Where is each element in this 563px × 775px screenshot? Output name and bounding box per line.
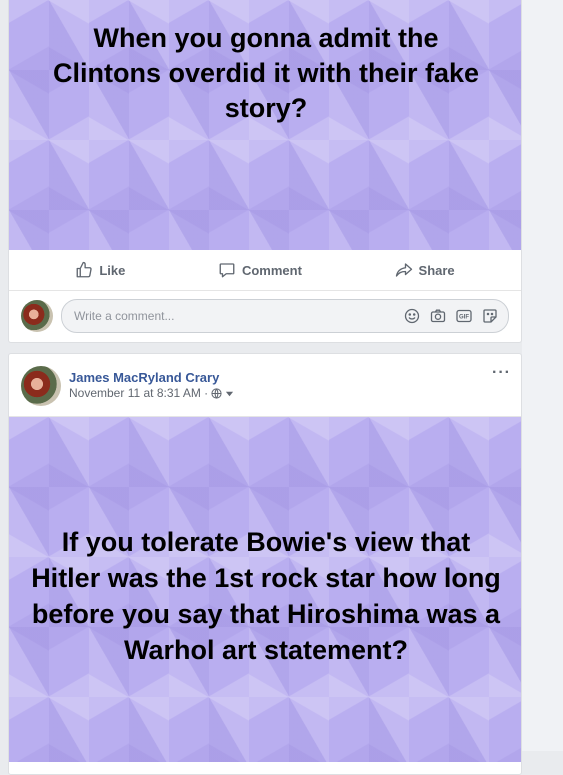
share-arrow-icon <box>395 263 412 277</box>
post-header: James MacRyland Crary November 11 at 8:3… <box>9 354 521 417</box>
comment-composer: GIF <box>9 291 521 341</box>
svg-text:GIF: GIF <box>459 315 469 321</box>
more-options-button[interactable]: ··· <box>492 364 511 382</box>
camera-icon[interactable] <box>430 308 446 324</box>
post-text: If you tolerate Bowie's view that Hitler… <box>31 526 501 665</box>
share-label: Share <box>418 262 455 278</box>
privacy-dropdown-icon[interactable] <box>225 389 234 398</box>
post-card-1: When you gonna admit the Clintons overdi… <box>8 0 522 343</box>
current-user-avatar[interactable] <box>21 300 53 332</box>
post-background-text: When you gonna admit the Clintons overdi… <box>9 0 521 250</box>
author-name[interactable]: James MacRyland Crary <box>69 369 234 386</box>
comment-button[interactable]: Comment <box>218 261 302 279</box>
page-right-background <box>522 0 563 751</box>
share-button[interactable]: Share <box>395 261 455 279</box>
news-feed: When you gonna admit the Clintons overdi… <box>8 0 522 775</box>
author-avatar[interactable] <box>21 366 61 406</box>
post-card-2: James MacRyland Crary November 11 at 8:3… <box>8 353 522 775</box>
post-meta: November 11 at 8:31 AM · <box>69 386 234 401</box>
comment-attachment-icons: GIF <box>404 308 498 324</box>
gif-icon[interactable]: GIF <box>456 308 472 324</box>
comment-label: Comment <box>241 262 302 278</box>
globe-icon[interactable] <box>211 388 222 399</box>
post-actions: Like Comment Share <box>9 250 521 291</box>
comment-input[interactable] <box>72 308 404 324</box>
comment-field-wrapper[interactable]: GIF <box>61 299 509 333</box>
thumbs-up-icon <box>76 261 92 278</box>
author-info: James MacRyland Crary November 11 at 8:3… <box>69 366 234 401</box>
post-background-text: If you tolerate Bowie's view that Hitler… <box>9 417 521 762</box>
post-timestamp[interactable]: November 11 at 8:31 AM · <box>69 386 208 401</box>
like-button[interactable]: Like <box>75 261 125 279</box>
post-text: When you gonna admit the Clintons overdi… <box>52 22 480 123</box>
like-label: Like <box>99 262 126 278</box>
sticker-icon[interactable] <box>482 308 498 324</box>
emoji-icon[interactable] <box>404 308 420 324</box>
comment-bubble-icon <box>219 263 235 278</box>
